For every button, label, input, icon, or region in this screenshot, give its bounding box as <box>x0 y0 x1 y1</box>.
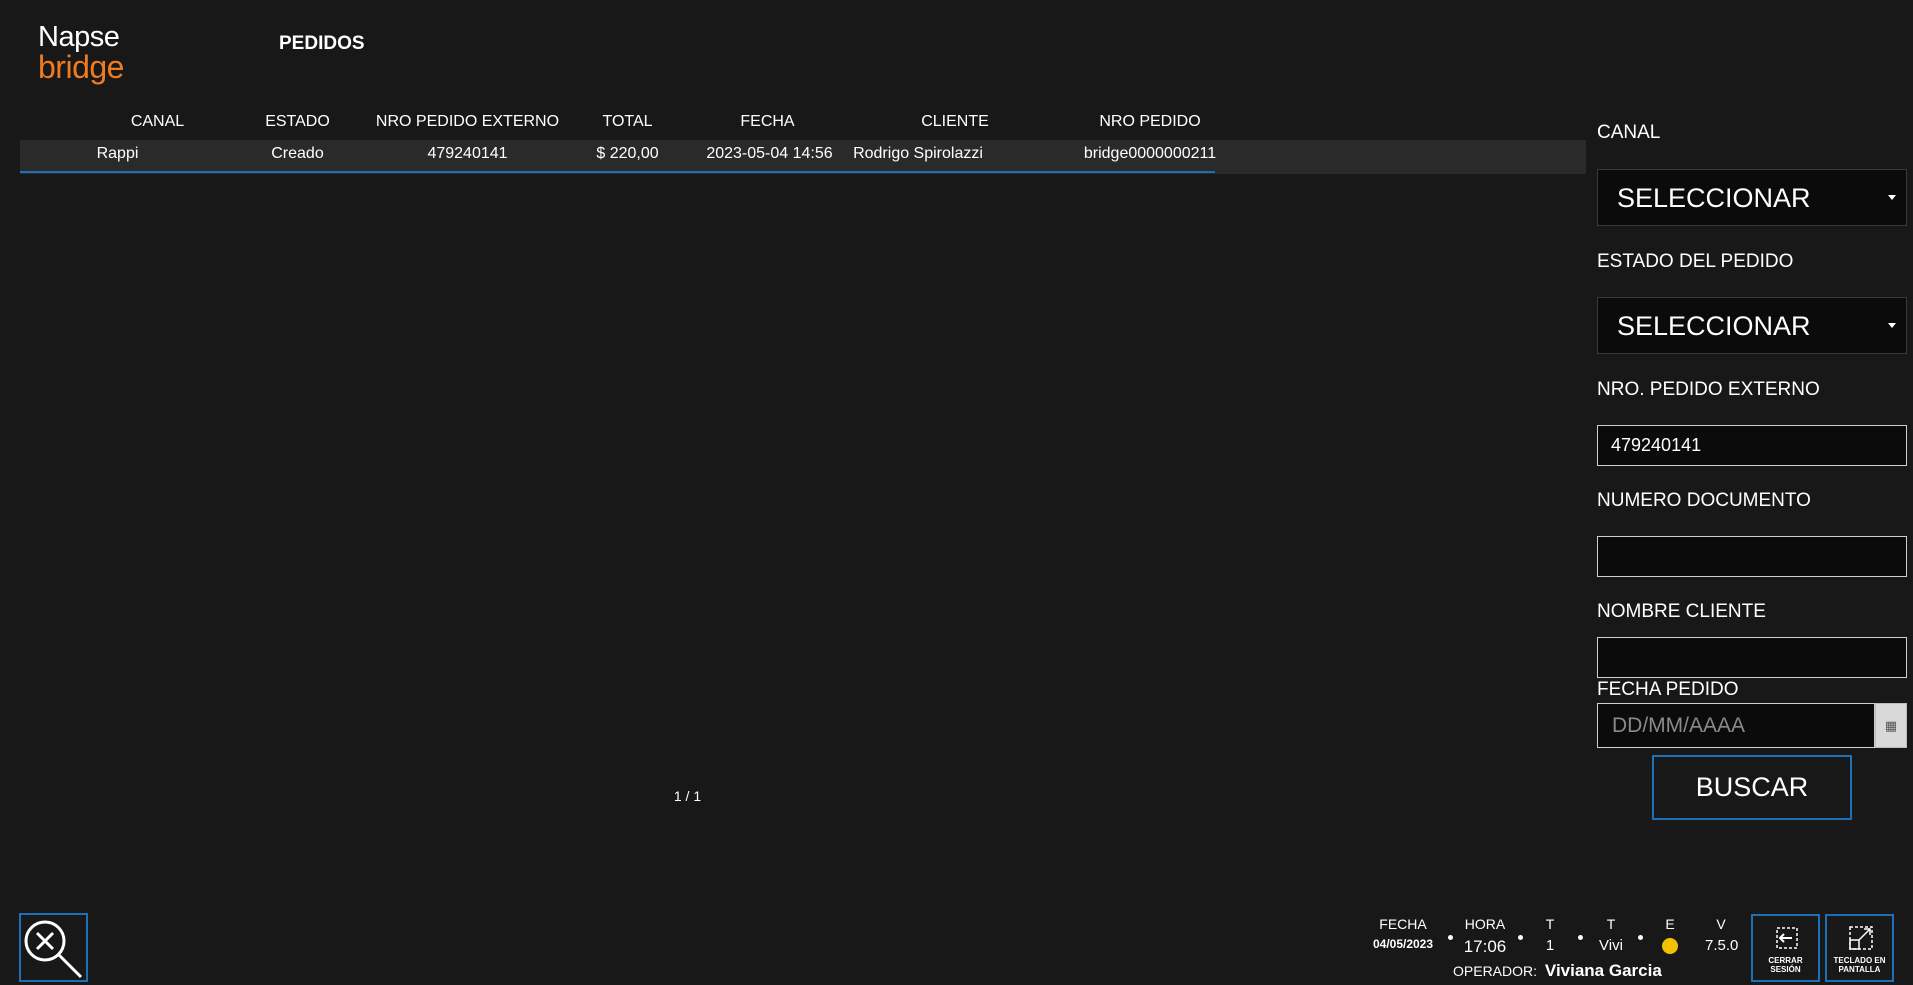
nombre-cliente-input[interactable] <box>1597 637 1907 678</box>
column-header-total[interactable]: TOTAL <box>560 113 695 131</box>
status-version: V 7.5.0 <box>1705 916 1739 954</box>
canal-select[interactable]: SELECCIONAR <box>1597 169 1907 226</box>
status-terminal-value: 1 <box>1545 937 1555 954</box>
teclado-label: TECLADO EN PANTALLA <box>1827 956 1892 974</box>
canal-label: CANAL <box>1597 122 1661 143</box>
napse-bridge-logo: Napse bridge <box>38 21 124 85</box>
column-header-fecha[interactable]: FECHA <box>680 113 855 131</box>
table-row[interactable]: Rappi Creado 479240141 $ 220,00 2023-05-… <box>20 140 1586 174</box>
cerrar-sesion-button[interactable]: CERRAR SESIÓN <box>1751 914 1820 982</box>
status-fecha-label: FECHA <box>1379 916 1427 932</box>
separator-dot <box>1448 935 1453 940</box>
operador-info: OPERADOR: Viviana Garcia <box>1453 961 1662 981</box>
clear-search-icon <box>24 920 83 979</box>
cell-cliente: Rodrigo Spirolazzi <box>853 145 983 162</box>
status-fecha-value: 04/05/2023 <box>1372 937 1434 951</box>
separator-dot <box>1578 935 1583 940</box>
status-user-value: Vivi <box>1599 937 1623 954</box>
caret-down-icon <box>1888 195 1896 200</box>
pagination-indicator: 1 / 1 <box>673 788 702 804</box>
cell-canal: Rappi <box>96 145 139 162</box>
status-terminal-label: T <box>1545 916 1555 932</box>
page-title: PEDIDOS <box>279 33 365 54</box>
cerrar-sesion-label-line2: SESIÓN <box>1770 965 1801 974</box>
operador-name: Viviana Garcia <box>1544 961 1662 980</box>
estado-select-value: SELECCIONAR <box>1617 311 1811 341</box>
status-hora: HORA 17:06 <box>1461 916 1509 957</box>
teclado-en-pantalla-button[interactable]: TECLADO EN PANTALLA <box>1825 914 1894 982</box>
separator-dot <box>1638 935 1643 940</box>
separator-dot <box>1518 935 1523 940</box>
column-header-nro-pedido[interactable]: NRO PEDIDO <box>1045 113 1255 131</box>
status-terminal: T 1 <box>1540 916 1560 954</box>
status-version-value: 7.5.0 <box>1705 937 1739 954</box>
status-fecha: FECHA 04/05/2023 <box>1367 916 1439 951</box>
logo-text-bridge: bridge <box>38 49 124 85</box>
numero-documento-input[interactable] <box>1597 536 1907 577</box>
logout-icon <box>1776 927 1798 949</box>
status-version-label: V <box>1716 916 1726 932</box>
nro-pedido-externo-label: NRO. PEDIDO EXTERNO <box>1597 379 1820 400</box>
orders-table-header: CANAL ESTADO NRO PEDIDO EXTERNO TOTAL FE… <box>20 113 1215 137</box>
column-header-canal[interactable]: CANAL <box>80 113 235 131</box>
column-header-nro-pedido-externo[interactable]: NRO PEDIDO EXTERNO <box>350 113 585 131</box>
cell-nro-pedido-externo: 479240141 <box>427 145 508 162</box>
status-hora-label: HORA <box>1464 916 1506 932</box>
calendar-icon[interactable]: ▦ <box>1875 703 1907 748</box>
fecha-pedido-input[interactable]: DD/MM/AAAA <box>1597 703 1875 748</box>
status-user: T Vivi <box>1596 916 1626 954</box>
expand-screen-icon <box>1849 926 1873 950</box>
status-indicator-icon <box>1662 938 1678 954</box>
buscar-button[interactable]: BUSCAR <box>1652 755 1852 820</box>
cell-total: $ 220,00 <box>596 145 659 162</box>
teclado-label-line2: PANTALLA <box>1838 965 1881 974</box>
status-user-label: T <box>1606 916 1616 932</box>
teclado-label-line1: TECLADO EN <box>1833 956 1886 965</box>
status-hora-value: 17:06 <box>1463 937 1507 956</box>
row-selection-underline <box>20 171 1215 173</box>
status-estado: E <box>1660 916 1680 954</box>
logo-text-napse: Napse <box>38 21 120 53</box>
estado-select[interactable]: SELECCIONAR <box>1597 297 1907 354</box>
caret-down-icon <box>1888 323 1896 328</box>
cerrar-sesion-label: CERRAR SESIÓN <box>1753 956 1818 974</box>
column-header-cliente[interactable]: CLIENTE <box>840 113 1070 131</box>
operador-label: OPERADOR: <box>1453 963 1538 979</box>
canal-select-value: SELECCIONAR <box>1617 183 1811 213</box>
nombre-cliente-label: NOMBRE CLIENTE <box>1597 601 1766 622</box>
nro-pedido-externo-input[interactable] <box>1597 425 1907 466</box>
numero-documento-label: NUMERO DOCUMENTO <box>1597 490 1811 511</box>
status-estado-label: E <box>1665 916 1675 932</box>
clear-search-button[interactable] <box>19 913 88 982</box>
cell-nro-pedido: bridge0000000211 <box>1083 145 1217 162</box>
estado-label: ESTADO DEL PEDIDO <box>1597 251 1794 272</box>
fecha-pedido-label: FECHA PEDIDO <box>1597 679 1739 700</box>
cerrar-sesion-label-line1: CERRAR <box>1768 956 1803 965</box>
